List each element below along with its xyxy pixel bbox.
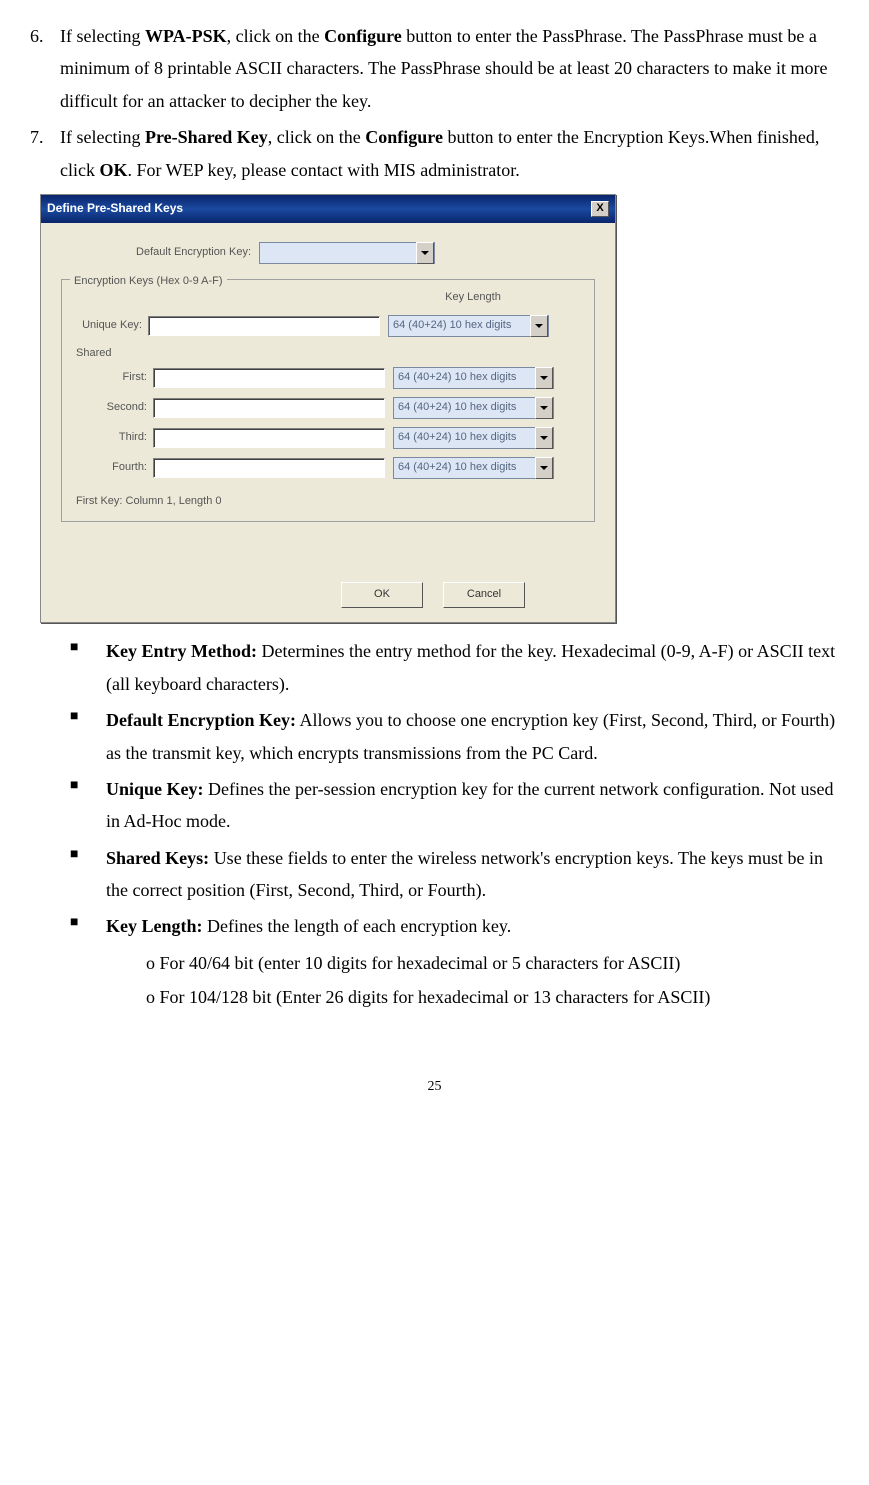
chevron-down-icon (535, 457, 553, 479)
bullet-text: Defines the per-session encryption key f… (106, 779, 833, 831)
third-key-length-dropdown[interactable]: 64 (40+24) 10 hex digits (393, 427, 554, 449)
bullet-unique-key: ■ Unique Key: Defines the per-session en… (70, 773, 839, 838)
third-key-row: Third: 64 (40+24) 10 hex digits (92, 426, 584, 450)
third-key-input[interactable] (153, 428, 385, 448)
bullet-list: ■ Key Entry Method: Determines the entry… (70, 635, 839, 1013)
bullet-title: Unique Key: (106, 779, 204, 799)
square-bullet-icon: ■ (70, 704, 106, 769)
bullet-text: Use these fields to enter the wireless n… (106, 848, 823, 900)
default-encryption-label: Default Encryption Key: (121, 243, 259, 263)
square-bullet-icon: ■ (70, 635, 106, 700)
close-icon: X (596, 202, 603, 214)
chevron-down-icon (535, 367, 553, 389)
key-length-header: Key Length (362, 288, 584, 308)
dialog-title: Define Pre-Shared Keys (47, 198, 183, 220)
button-label: Cancel (467, 585, 501, 605)
bullet-text: Defines the length of each encryption ke… (203, 916, 512, 936)
chevron-down-icon (416, 242, 434, 264)
dialog-body: Default Encryption Key: Encryption Keys … (41, 223, 615, 622)
first-key-label: First: (92, 368, 153, 388)
text-bold: WPA-PSK (145, 26, 227, 46)
ok-button[interactable]: OK (341, 582, 423, 608)
bullet-title: Shared Keys: (106, 848, 209, 868)
page-number: 25 (30, 1074, 839, 1099)
text: , click on the (268, 127, 365, 147)
list-item-7: 7. If selecting Pre-Shared Key, click on… (30, 121, 839, 186)
dropdown-value: 64 (40+24) 10 hex digits (398, 428, 516, 448)
square-bullet-icon: ■ (70, 773, 106, 838)
chevron-down-icon (530, 315, 548, 337)
second-key-input[interactable] (153, 398, 385, 418)
chevron-down-icon (535, 427, 553, 449)
first-key-input[interactable] (153, 368, 385, 388)
define-keys-dialog: Define Pre-Shared Keys X Default Encrypt… (40, 194, 616, 623)
cancel-button[interactable]: Cancel (443, 582, 525, 608)
text: . For WEP key, please contact with MIS a… (128, 160, 520, 180)
fourth-key-row: Fourth: 64 (40+24) 10 hex digits (92, 456, 584, 480)
bullet-title: Key Length: (106, 916, 203, 936)
bullet-shared-keys: ■ Shared Keys: Use these fields to enter… (70, 842, 839, 907)
dropdown-value: 64 (40+24) 10 hex digits (398, 398, 516, 418)
item-content: If selecting WPA-PSK, click on the Confi… (60, 20, 839, 117)
text-bold: Configure (324, 26, 402, 46)
sub-bullet-40-64: o For 40/64 bit (enter 10 digits for hex… (146, 947, 839, 979)
bullet-default-encryption: ■ Default Encryption Key: Allows you to … (70, 704, 839, 769)
unique-key-label: Unique Key: (72, 316, 148, 336)
default-encryption-row: Default Encryption Key: (121, 241, 595, 265)
status-text: First Key: Column 1, Length 0 (76, 492, 584, 512)
unique-key-input[interactable] (148, 316, 380, 336)
text-bold: Pre-Shared Key (145, 127, 268, 147)
bullet-key-entry: ■ Key Entry Method: Determines the entry… (70, 635, 839, 700)
text: , click on the (227, 26, 324, 46)
dialog-button-row: OK Cancel (271, 582, 595, 608)
dropdown-value: 64 (40+24) 10 hex digits (393, 316, 511, 336)
second-key-label: Second: (92, 398, 153, 418)
bullet-content: Default Encryption Key: Allows you to ch… (106, 704, 839, 769)
first-key-row: First: 64 (40+24) 10 hex digits (92, 366, 584, 390)
fourth-key-input[interactable] (153, 458, 385, 478)
list-item-6: 6. If selecting WPA-PSK, click on the Co… (30, 20, 839, 117)
item-number: 7. (30, 121, 60, 186)
item-number: 6. (30, 20, 60, 117)
fourth-key-label: Fourth: (92, 458, 153, 478)
square-bullet-icon: ■ (70, 910, 106, 942)
close-button[interactable]: X (591, 201, 609, 217)
dropdown-value: 64 (40+24) 10 hex digits (398, 368, 516, 388)
bullet-title: Default Encryption Key: (106, 710, 296, 730)
dropdown-value: 64 (40+24) 10 hex digits (398, 458, 516, 478)
item-content: If selecting Pre-Shared Key, click on th… (60, 121, 839, 186)
dialog-titlebar: Define Pre-Shared Keys X (41, 195, 615, 223)
bullet-content: Key Entry Method: Determines the entry m… (106, 635, 839, 700)
bullet-content: Shared Keys: Use these fields to enter t… (106, 842, 839, 907)
fieldset-legend: Encryption Keys (Hex 0-9 A-F) (70, 272, 227, 292)
encryption-keys-fieldset: Encryption Keys (Hex 0-9 A-F) Key Length… (61, 279, 595, 522)
second-key-row: Second: 64 (40+24) 10 hex digits (92, 396, 584, 420)
text: If selecting (60, 127, 145, 147)
bullet-content: Key Length: Defines the length of each e… (106, 910, 839, 942)
shared-section-label: Shared (76, 344, 584, 364)
square-bullet-icon: ■ (70, 842, 106, 907)
second-key-length-dropdown[interactable]: 64 (40+24) 10 hex digits (393, 397, 554, 419)
unique-key-length-dropdown[interactable]: 64 (40+24) 10 hex digits (388, 315, 549, 337)
chevron-down-icon (535, 397, 553, 419)
text: If selecting (60, 26, 145, 46)
third-key-label: Third: (92, 428, 153, 448)
bullet-title: Key Entry Method: (106, 641, 257, 661)
default-encryption-dropdown[interactable] (259, 242, 435, 264)
bullet-content: Unique Key: Defines the per-session encr… (106, 773, 839, 838)
text-bold: OK (99, 160, 127, 180)
text-bold: Configure (365, 127, 443, 147)
sub-bullet-104-128: o For 104/128 bit (Enter 26 digits for h… (146, 981, 839, 1013)
unique-key-row: Unique Key: 64 (40+24) 10 hex digits (72, 314, 584, 338)
fourth-key-length-dropdown[interactable]: 64 (40+24) 10 hex digits (393, 457, 554, 479)
first-key-length-dropdown[interactable]: 64 (40+24) 10 hex digits (393, 367, 554, 389)
button-label: OK (374, 585, 390, 605)
bullet-key-length: ■ Key Length: Defines the length of each… (70, 910, 839, 942)
